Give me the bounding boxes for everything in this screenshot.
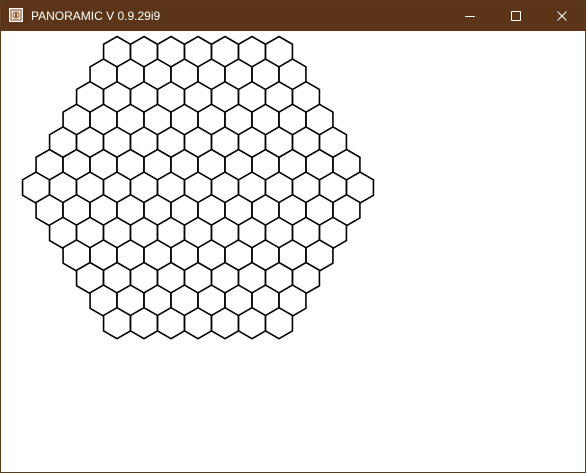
hex-cell[interactable] (102, 306, 132, 340)
minimize-icon (465, 16, 475, 17)
hex-cell[interactable] (183, 306, 213, 340)
title-bar[interactable]: PANORAMIC V 0.9.29i9 (1, 1, 585, 31)
maximize-button[interactable] (493, 1, 539, 31)
hex-board[interactable] (1, 31, 585, 472)
window-title: PANORAMIC V 0.9.29i9 (31, 9, 161, 23)
maximize-icon (511, 11, 521, 21)
minimize-button[interactable] (447, 1, 493, 31)
drawing-canvas[interactable] (1, 31, 585, 472)
hex-cell[interactable] (156, 306, 186, 340)
app-window: PANORAMIC V 0.9.29i9 (0, 0, 586, 473)
hex-cell[interactable] (264, 306, 294, 340)
hex-cell[interactable] (129, 306, 159, 340)
close-icon (557, 11, 567, 21)
panoramic-app-icon[interactable] (9, 8, 23, 22)
close-button[interactable] (539, 1, 585, 31)
hex-cell[interactable] (210, 306, 240, 340)
hex-cell[interactable] (237, 306, 267, 340)
